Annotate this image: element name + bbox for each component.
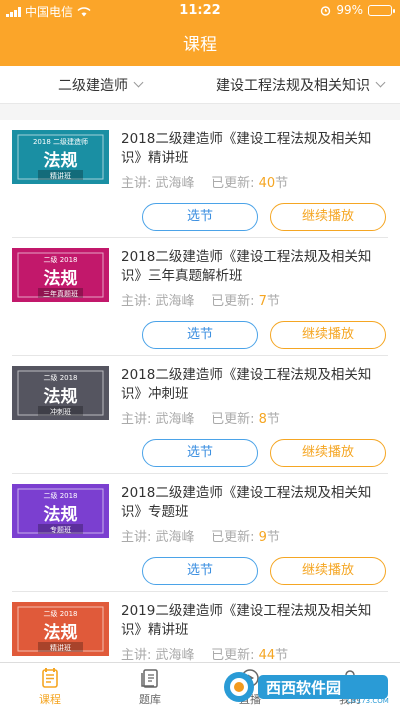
updated-label: 已更新: bbox=[211, 412, 255, 427]
thumb-year: 二级 2018 bbox=[43, 373, 77, 382]
alarm-icon bbox=[321, 5, 331, 16]
svg-text:西西软件园: 西西软件园 bbox=[266, 679, 341, 697]
course-title[interactable]: 2018二级建造师《建设工程法规及相关知识》三年真题解析班 bbox=[121, 248, 388, 286]
thumb-tag: 精讲班 bbox=[50, 643, 71, 652]
lesson-count: 40 bbox=[258, 176, 276, 191]
continue-play-button[interactable]: 继续播放 bbox=[270, 321, 386, 349]
course-item[interactable]: 二级 2018 法规 专题班 2018二级建造师《建设工程法规及相关知识》专题班… bbox=[12, 474, 388, 592]
course-item[interactable]: 二级 2018 法规 三年真题班 2018二级建造师《建设工程法规及相关知识》三… bbox=[12, 238, 388, 356]
lecturer-name: 武海峰 bbox=[155, 648, 195, 662]
lesson-count: 44 bbox=[258, 648, 276, 662]
battery-percent: 99% bbox=[336, 3, 363, 17]
select-lesson-button[interactable]: 选节 bbox=[142, 203, 258, 231]
thumb-title: 法规 bbox=[44, 150, 78, 171]
course-title[interactable]: 2018二级建造师《建设工程法规及相关知识》精讲班 bbox=[121, 130, 388, 168]
course-icon bbox=[42, 668, 58, 688]
filter-label: 建设工程法规及相关知识 bbox=[216, 77, 370, 94]
continue-play-button[interactable]: 继续播放 bbox=[270, 203, 386, 231]
page-title: 课程 bbox=[183, 35, 217, 55]
lesson-unit: 节 bbox=[275, 176, 289, 191]
thumb-year: 二级 2018 bbox=[43, 491, 77, 500]
course-list[interactable]: 2018 二级建造师 法规 精讲班 2018二级建造师《建设工程法规及相关知识》… bbox=[0, 120, 400, 662]
course-meta: 主讲: 武海峰 已更新: 8节 bbox=[121, 408, 280, 427]
lecturer-name: 武海峰 bbox=[155, 412, 195, 427]
course-thumbnail[interactable]: 二级 2018 法规 三年真题班 bbox=[12, 248, 109, 302]
thumb-title: 法规 bbox=[44, 268, 78, 289]
lecturer-label: 主讲: bbox=[121, 176, 152, 191]
watermark-logo: 西西软件园 CR173.COM bbox=[224, 672, 389, 704]
thumb-tag: 专题班 bbox=[50, 525, 71, 534]
tab-label: 课程 bbox=[39, 693, 61, 706]
lecturer-name: 武海峰 bbox=[155, 176, 195, 191]
lesson-count: 8 bbox=[258, 412, 267, 427]
battery-icon bbox=[368, 4, 395, 16]
course-title[interactable]: 2018二级建造师《建设工程法规及相关知识》冲刺班 bbox=[121, 366, 388, 404]
tab-courses[interactable]: 课程 bbox=[0, 663, 100, 710]
lecturer-name: 武海峰 bbox=[155, 530, 195, 545]
updated-label: 已更新: bbox=[211, 294, 255, 309]
lecturer-name: 武海峰 bbox=[155, 294, 195, 309]
thumb-tag: 三年真题班 bbox=[43, 289, 78, 298]
updated-label: 已更新: bbox=[211, 648, 255, 662]
svg-text:CR173.COM: CR173.COM bbox=[347, 697, 389, 704]
lesson-unit: 节 bbox=[266, 412, 280, 427]
lesson-unit: 节 bbox=[266, 530, 280, 545]
lesson-unit: 节 bbox=[275, 648, 289, 662]
course-thumbnail[interactable]: 2018 二级建造师 法规 精讲班 bbox=[12, 130, 109, 184]
thumb-tag: 精讲班 bbox=[50, 171, 71, 180]
select-lesson-button[interactable]: 选节 bbox=[142, 439, 258, 467]
course-title[interactable]: 2019二级建造师《建设工程法规及相关知识》精讲班 bbox=[121, 602, 388, 640]
thumb-year: 二级 2018 bbox=[43, 609, 77, 618]
filter-bar: 二级建造师 建设工程法规及相关知识 bbox=[0, 66, 400, 104]
lesson-count: 7 bbox=[258, 294, 267, 309]
chevron-down-icon bbox=[375, 77, 386, 88]
course-thumbnail[interactable]: 二级 2018 法规 专题班 bbox=[12, 484, 109, 538]
course-meta: 主讲: 武海峰 已更新: 7节 bbox=[121, 290, 280, 309]
filter-exam-type[interactable]: 二级建造师 bbox=[0, 75, 200, 95]
course-item[interactable]: 2018 二级建造师 法规 精讲班 2018二级建造师《建设工程法规及相关知识》… bbox=[12, 120, 388, 238]
lecturer-label: 主讲: bbox=[121, 412, 152, 427]
select-lesson-button[interactable]: 选节 bbox=[142, 321, 258, 349]
thumb-tag: 冲刺班 bbox=[50, 407, 71, 416]
chevron-down-icon bbox=[133, 77, 144, 88]
continue-play-button[interactable]: 继续播放 bbox=[270, 439, 386, 467]
lesson-count: 9 bbox=[258, 530, 267, 545]
tab-label: 题库 bbox=[139, 693, 161, 706]
course-title[interactable]: 2018二级建造师《建设工程法规及相关知识》专题班 bbox=[121, 484, 388, 522]
lecturer-label: 主讲: bbox=[121, 294, 152, 309]
updated-label: 已更新: bbox=[211, 530, 255, 545]
filter-subject[interactable]: 建设工程法规及相关知识 bbox=[200, 75, 400, 95]
course-meta: 主讲: 武海峰 已更新: 44节 bbox=[121, 644, 288, 662]
course-item[interactable]: 二级 2018 法规 冲刺班 2018二级建造师《建设工程法规及相关知识》冲刺班… bbox=[12, 356, 388, 474]
course-thumbnail[interactable]: 二级 2018 法规 冲刺班 bbox=[12, 366, 109, 420]
thumb-title: 法规 bbox=[44, 504, 78, 525]
thumb-year: 二级 2018 bbox=[43, 255, 77, 264]
thumb-title: 法规 bbox=[44, 622, 78, 643]
continue-play-button[interactable]: 继续播放 bbox=[270, 557, 386, 585]
updated-label: 已更新: bbox=[211, 176, 255, 191]
thumb-title: 法规 bbox=[44, 386, 78, 407]
tab-question-bank[interactable]: 题库 bbox=[100, 663, 200, 710]
question-bank-icon bbox=[141, 669, 158, 688]
filter-label: 二级建造师 bbox=[58, 77, 128, 94]
lesson-unit: 节 bbox=[266, 294, 280, 309]
course-thumbnail[interactable]: 二级 2018 法规 精讲班 bbox=[12, 602, 109, 656]
select-lesson-button[interactable]: 选节 bbox=[142, 557, 258, 585]
course-meta: 主讲: 武海峰 已更新: 40节 bbox=[121, 172, 288, 191]
thumb-year: 2018 二级建造师 bbox=[33, 137, 88, 146]
app-header: 中国电信 11:22 99% 课程 bbox=[0, 0, 400, 66]
course-item[interactable]: 二级 2018 法规 精讲班 2019二级建造师《建设工程法规及相关知识》精讲班… bbox=[12, 592, 388, 662]
status-bar: 中国电信 11:22 99% bbox=[0, 0, 400, 22]
lecturer-label: 主讲: bbox=[121, 530, 152, 545]
lecturer-label: 主讲: bbox=[121, 648, 152, 662]
course-meta: 主讲: 武海峰 已更新: 9节 bbox=[121, 526, 280, 545]
